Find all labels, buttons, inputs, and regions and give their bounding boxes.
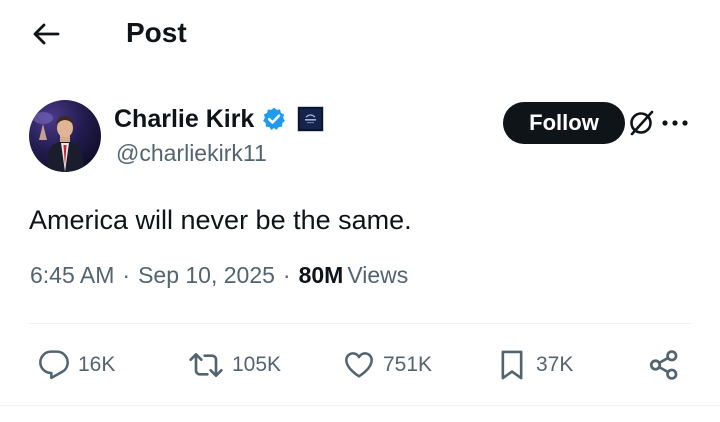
author-display-name[interactable]: Charlie Kirk	[114, 104, 254, 134]
views-count: 80M	[298, 262, 344, 288]
share-icon	[649, 350, 678, 380]
repost-button[interactable]: 105K	[188, 346, 281, 384]
author-handle[interactable]: @charliekirk11	[116, 138, 267, 168]
divider	[29, 323, 691, 324]
heart-icon	[345, 352, 373, 378]
post-time[interactable]: 6:45 AM	[30, 260, 114, 290]
avatar[interactable]	[29, 100, 101, 172]
post-date[interactable]: Sep 10, 2025	[138, 260, 275, 290]
more-options-button[interactable]	[658, 106, 692, 140]
arrow-left-icon	[33, 23, 60, 45]
share-button[interactable]	[647, 346, 681, 384]
repost-icon	[189, 353, 223, 377]
bookmark-button[interactable]: 37K	[496, 346, 573, 384]
meta-separator: ·	[122, 262, 131, 288]
back-button[interactable]	[26, 14, 66, 54]
more-horizontal-icon	[662, 120, 688, 126]
affiliate-badge-icon[interactable]	[297, 106, 325, 132]
verified-badge-icon[interactable]	[261, 106, 287, 132]
post-metadata: 6:45 AM · Sep 10, 2025 · 80M Views	[30, 260, 408, 290]
reply-button[interactable]: 16K	[38, 346, 115, 384]
grok-icon	[630, 110, 654, 136]
post-header: Post	[0, 0, 720, 70]
reply-count: 16K	[78, 353, 116, 376]
post-text: America will never be the same.	[29, 205, 412, 235]
meta-separator: ·	[282, 262, 291, 288]
like-button[interactable]: 751K	[343, 346, 432, 384]
like-count: 751K	[383, 353, 433, 376]
repost-count: 105K	[232, 353, 282, 376]
author-name-row: Charlie Kirk	[114, 102, 325, 136]
bookmark-icon	[501, 350, 523, 380]
bookmark-count: 37K	[536, 353, 574, 376]
reply-icon	[39, 350, 69, 380]
follow-button[interactable]: Follow	[503, 102, 625, 144]
views-label[interactable]: Views	[347, 260, 408, 290]
divider	[0, 405, 720, 406]
page-title: Post	[126, 17, 187, 48]
grok-button[interactable]	[624, 104, 660, 142]
